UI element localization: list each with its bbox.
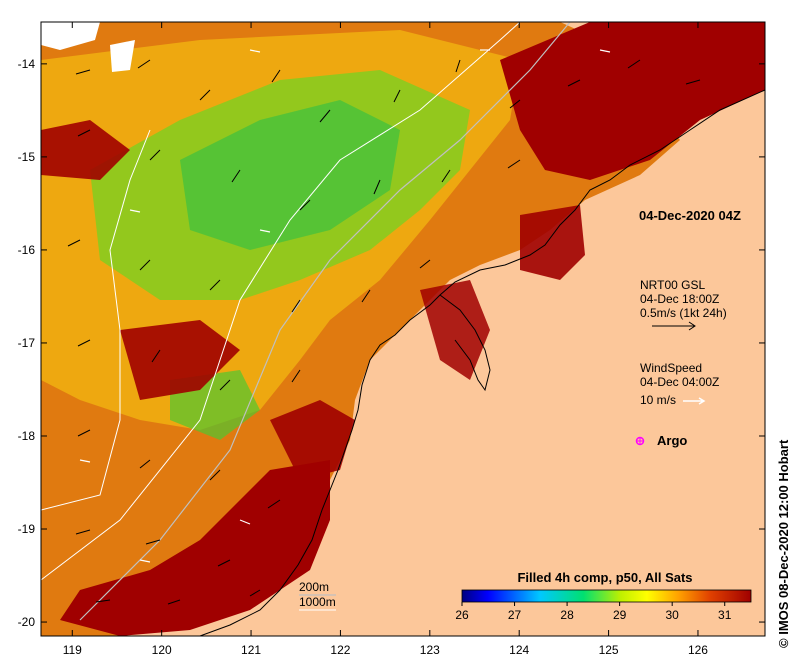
argo-marker-icon — [635, 436, 645, 446]
colorbar-tick-label: 29 — [613, 608, 627, 622]
currents-legend-scale: 0.5m/s (1kt 24h) — [640, 306, 727, 320]
colorbar-tick-label: 27 — [508, 608, 522, 622]
lon-tick-label: 121 — [241, 643, 261, 657]
lat-tick-label: -16 — [18, 243, 36, 257]
credit-text: © IMOS 08-Dec-2020 12:00 Hobart — [776, 439, 791, 648]
isobath-legend-1000m: 1000m — [299, 595, 336, 609]
wind-legend-title: WindSpeed — [640, 361, 702, 375]
map-title: 04-Dec-2020 04Z — [639, 208, 741, 223]
colorbar-tick-label: 28 — [560, 608, 574, 622]
lon-tick-label: 125 — [599, 643, 619, 657]
lat-tick-label: -15 — [18, 150, 36, 164]
lon-tick-label: 122 — [330, 643, 350, 657]
currents-legend-time: 04-Dec 18:00Z — [640, 292, 719, 306]
lat-tick-label: -20 — [18, 615, 36, 629]
lon-tick-label: 123 — [420, 643, 440, 657]
colorbar — [461, 589, 752, 603]
wind-legend-scale: 10 m/s — [640, 393, 676, 407]
sst-map: 119 120 121 122 123 124 125 126 -14 -15 -16 -17 -18 -… — [18, 21, 766, 657]
lon-tick-label: 126 — [688, 643, 708, 657]
lon-tick-label: 120 — [152, 643, 172, 657]
currents-legend-title: NRT00 GSL — [640, 278, 705, 292]
lon-tick-label: 119 — [63, 643, 82, 657]
isobath-legend-200m: 200m — [299, 580, 329, 594]
lat-tick-label: -17 — [18, 336, 36, 350]
lat-tick-label: -19 — [18, 522, 36, 536]
colorbar-tick-label: 26 — [455, 608, 469, 622]
colorbar-title: Filled 4h comp, p50, All Sats — [517, 570, 692, 585]
colorbar-tick-label: 30 — [666, 608, 680, 622]
wind-legend-time: 04-Dec 04:00Z — [640, 375, 719, 389]
lat-tick-label: -18 — [18, 429, 36, 443]
lon-tick-label: 124 — [509, 643, 529, 657]
colorbar-tick-label: 31 — [718, 608, 732, 622]
argo-legend-label: Argo — [657, 433, 687, 448]
lat-tick-label: -14 — [18, 57, 36, 71]
